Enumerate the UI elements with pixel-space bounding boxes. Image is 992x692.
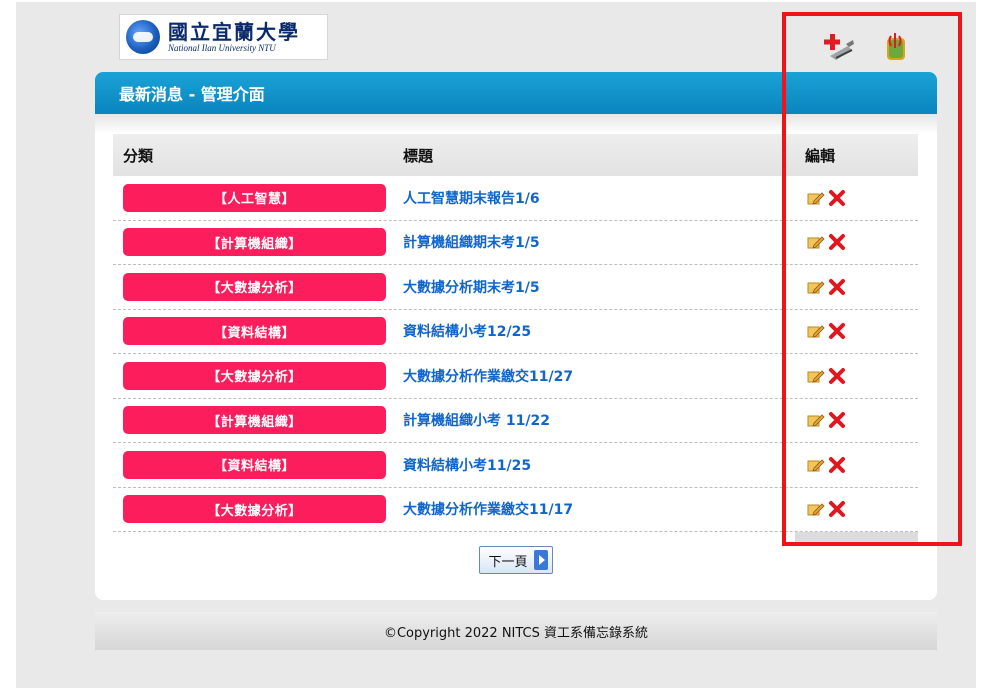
delete-icon[interactable] — [828, 456, 846, 474]
table-row: 【大數據分析】 大數據分析作業繳交11/17 — [113, 488, 918, 532]
news-title-link[interactable]: 計算機組織小考 11/22 — [403, 413, 550, 429]
delete-icon[interactable] — [828, 411, 846, 429]
add-post-icon — [824, 34, 854, 60]
news-title-link[interactable]: 大數據分析期末考1/5 — [403, 280, 540, 296]
category-badge[interactable]: 【人工智慧】 — [123, 183, 386, 212]
edit-icon[interactable] — [807, 367, 825, 385]
table-row: 【大數據分析】 大數據分析期末考1/5 — [113, 265, 918, 310]
footer: ©Copyright 2022 NITCS 資工系備忘錄系統 — [95, 612, 937, 650]
category-badge[interactable]: 【計算機組織】 — [123, 228, 386, 257]
edit-icon[interactable] — [807, 500, 825, 518]
edit-icon[interactable] — [807, 233, 825, 251]
logo-chinese-name: 國立宜蘭大學 — [168, 19, 300, 44]
delete-icon[interactable] — [828, 233, 846, 251]
news-title-link[interactable]: 人工智慧期末報告1/6 — [403, 191, 540, 207]
university-logo[interactable]: 國立宜蘭大學 National Ilan University NTU — [119, 14, 328, 60]
delete-icon[interactable] — [828, 500, 846, 518]
delete-icon[interactable] — [828, 367, 846, 385]
news-title-link[interactable]: 計算機組織期末考1/5 — [403, 235, 540, 251]
panel-title-bar: 最新消息 - 管理介面 — [95, 72, 937, 114]
edit-icon[interactable] — [807, 411, 825, 429]
table-header: 分類 標題 編輯 — [113, 134, 918, 176]
next-page-label: 下一頁 — [488, 554, 528, 570]
edit-icon[interactable] — [807, 456, 825, 474]
table-row: 【計算機組織】 計算機組織小考 11/22 — [113, 399, 918, 443]
delete-icon[interactable] — [828, 322, 846, 340]
university-emblem-icon — [126, 20, 160, 54]
edit-icon[interactable] — [807, 189, 825, 207]
table-row: 【資料結構】 資料結構小考11/25 — [113, 443, 918, 488]
main-panel: 最新消息 - 管理介面 分類 標題 編輯 【人工智慧】 人工智慧期末報告1/6 … — [95, 72, 937, 600]
panel-title: 最新消息 - 管理介面 — [119, 85, 265, 104]
arrow-right-icon — [533, 550, 548, 570]
table-row: 【計算機組織】 計算機組織期末考1/5 — [113, 221, 918, 265]
category-badge[interactable]: 【資料結構】 — [123, 317, 386, 346]
edit-icon[interactable] — [807, 322, 825, 340]
table-row: 【資料結構】 資料結構小考12/25 — [113, 310, 918, 354]
header: 國立宜蘭大學 National Ilan University NTU — [95, 8, 937, 68]
category-badge[interactable]: 【資料結構】 — [123, 450, 386, 479]
delete-icon[interactable] — [828, 278, 846, 296]
column-header-category: 分類 — [123, 146, 154, 165]
category-badge[interactable]: 【大數據分析】 — [123, 495, 386, 524]
news-title-link[interactable]: 資料結構小考12/25 — [403, 324, 531, 340]
logout-button[interactable] — [878, 30, 912, 64]
news-table: 分類 標題 編輯 【人工智慧】 人工智慧期末報告1/6 【計算機組織】 計算機組… — [113, 134, 918, 544]
news-title-link[interactable]: 資料結構小考11/25 — [403, 458, 531, 474]
table-row: 【大數據分析】 大數據分析作業繳交11/27 — [113, 354, 918, 399]
news-title-link[interactable]: 大數據分析作業繳交11/17 — [403, 502, 573, 518]
delete-icon[interactable] — [828, 189, 846, 207]
add-post-button[interactable] — [822, 30, 856, 64]
edit-icon[interactable] — [807, 278, 825, 296]
column-header-title: 標題 — [403, 146, 434, 165]
edit-column-footer — [795, 532, 918, 544]
toolbar — [822, 30, 912, 64]
copyright-text: ©Copyright 2022 NITCS 資工系備忘錄系統 — [383, 625, 649, 641]
column-header-edit: 編輯 — [805, 146, 836, 165]
category-badge[interactable]: 【大數據分析】 — [123, 272, 386, 301]
news-title-link[interactable]: 大數據分析作業繳交11/27 — [403, 369, 573, 385]
table-row: 【人工智慧】 人工智慧期末報告1/6 — [113, 176, 918, 221]
category-badge[interactable]: 【大數據分析】 — [123, 361, 386, 390]
category-badge[interactable]: 【計算機組織】 — [123, 406, 386, 435]
next-page-button[interactable]: 下一頁 — [479, 546, 553, 574]
logout-icon — [887, 33, 905, 60]
logo-english-name: National Ilan University NTU — [168, 42, 276, 53]
